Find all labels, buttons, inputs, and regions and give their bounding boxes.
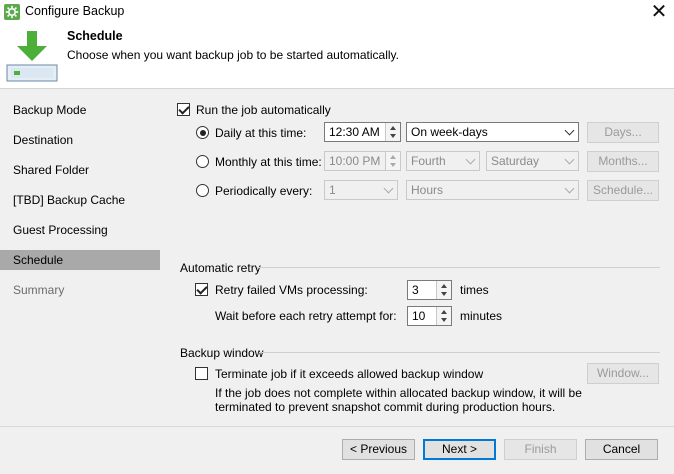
- chevron-down-icon: [564, 154, 575, 165]
- period-value: 1: [329, 183, 336, 197]
- automatic-retry-divider: [257, 267, 660, 268]
- backup-window-divider: [259, 352, 660, 353]
- retry-count-value: 3: [412, 283, 419, 297]
- step-title: Schedule: [67, 29, 123, 43]
- window-title: Configure Backup: [25, 4, 125, 18]
- daily-radio[interactable]: [196, 126, 209, 139]
- finish-button[interactable]: Finish: [504, 439, 577, 460]
- wait-minutes-stepper[interactable]: 10: [407, 306, 452, 326]
- retry-count-spinner[interactable]: [436, 281, 451, 299]
- period-unit-dropdown[interactable]: Hours: [406, 180, 579, 200]
- wait-minutes-spinner[interactable]: [436, 307, 451, 325]
- monthly-label: Monthly at this time:: [215, 155, 322, 169]
- chevron-down-icon: [564, 183, 575, 194]
- schedule-panel: Run the job automatically Daily at this …: [162, 89, 674, 426]
- wizard-footer: < Previous Next > Finish Cancel: [0, 426, 674, 474]
- sidebar-item-schedule[interactable]: Schedule: [0, 250, 160, 270]
- previous-button[interactable]: < Previous: [342, 439, 415, 460]
- periodic-label: Periodically every:: [215, 184, 313, 198]
- terminate-job-checkbox[interactable]: [195, 367, 208, 380]
- schedule-button[interactable]: Schedule...: [587, 180, 659, 201]
- monthly-time-picker[interactable]: 10:00 PM: [324, 151, 401, 171]
- retry-unit-label: times: [460, 283, 489, 297]
- week-ordinal-value: Fourth: [411, 154, 446, 168]
- weekday-dropdown[interactable]: Saturday: [486, 151, 579, 171]
- title-bar: Configure Backup ✕: [0, 0, 674, 24]
- retry-count-stepper[interactable]: 3: [407, 280, 452, 300]
- retry-failed-checkbox[interactable]: [195, 283, 208, 296]
- wizard-header: Schedule Choose when you want backup job…: [0, 24, 674, 88]
- monthly-time-spinner[interactable]: [385, 152, 400, 170]
- chevron-down-icon: [383, 183, 394, 194]
- daily-time-spinner[interactable]: [385, 123, 400, 141]
- periodic-radio[interactable]: [196, 184, 209, 197]
- wait-minutes-value: 10: [412, 309, 426, 323]
- download-arrow-icon: [6, 30, 58, 82]
- daily-time-value: 12:30 AM: [329, 125, 380, 139]
- run-automatically-checkbox[interactable]: [177, 103, 190, 116]
- daily-label: Daily at this time:: [215, 126, 307, 140]
- monthly-time-value: 10:00 PM: [329, 154, 381, 168]
- chevron-down-icon: [465, 154, 476, 165]
- next-button[interactable]: Next >: [423, 439, 496, 460]
- retry-failed-label: Retry failed VMs processing:: [215, 283, 368, 297]
- wait-unit-label: minutes: [460, 309, 503, 323]
- monthly-radio[interactable]: [196, 155, 209, 168]
- close-icon[interactable]: ✕: [648, 1, 670, 22]
- backup-window-note-line-2: terminated to prevent snapshot commit du…: [215, 400, 556, 414]
- automatic-retry-heading: Automatic retry: [180, 261, 261, 275]
- days-button[interactable]: Days...: [587, 122, 659, 143]
- week-ordinal-dropdown[interactable]: Fourth: [406, 151, 480, 171]
- veeam-app-icon: [4, 4, 20, 20]
- window-button[interactable]: Window...: [587, 363, 659, 384]
- period-unit-value: Hours: [411, 183, 444, 197]
- sidebar-item-shared-folder[interactable]: Shared Folder: [0, 160, 160, 180]
- wait-label: Wait before each retry attempt for:: [215, 309, 397, 323]
- daily-time-picker[interactable]: 12:30 AM: [324, 122, 401, 142]
- sidebar-item-backup-mode[interactable]: Backup Mode: [0, 100, 160, 120]
- terminate-job-label: Terminate job if it exceeds allowed back…: [215, 367, 484, 381]
- days-option-dropdown[interactable]: On week-days: [406, 122, 579, 142]
- step-subtitle: Choose when you want backup job to be st…: [67, 48, 399, 62]
- chevron-down-icon: [564, 125, 575, 136]
- run-automatically-label: Run the job automatically: [196, 103, 331, 117]
- weekday-value: Saturday: [491, 154, 540, 168]
- cancel-button[interactable]: Cancel: [585, 439, 658, 460]
- backup-window-note-line-1: If the job does not complete within allo…: [215, 386, 582, 400]
- wizard-steps-sidebar: Backup Mode Destination Shared Folder [T…: [0, 89, 162, 426]
- period-value-dropdown[interactable]: 1: [324, 180, 398, 200]
- sidebar-item-summary[interactable]: Summary: [0, 280, 160, 300]
- sidebar-item-destination[interactable]: Destination: [0, 130, 160, 150]
- months-button[interactable]: Months...: [587, 151, 659, 172]
- sidebar-item-backup-cache[interactable]: [TBD] Backup Cache: [0, 190, 160, 210]
- backup-window-heading: Backup window: [180, 346, 264, 360]
- sidebar-item-guest-processing[interactable]: Guest Processing: [0, 220, 160, 240]
- days-option-value: On week-days: [411, 125, 488, 139]
